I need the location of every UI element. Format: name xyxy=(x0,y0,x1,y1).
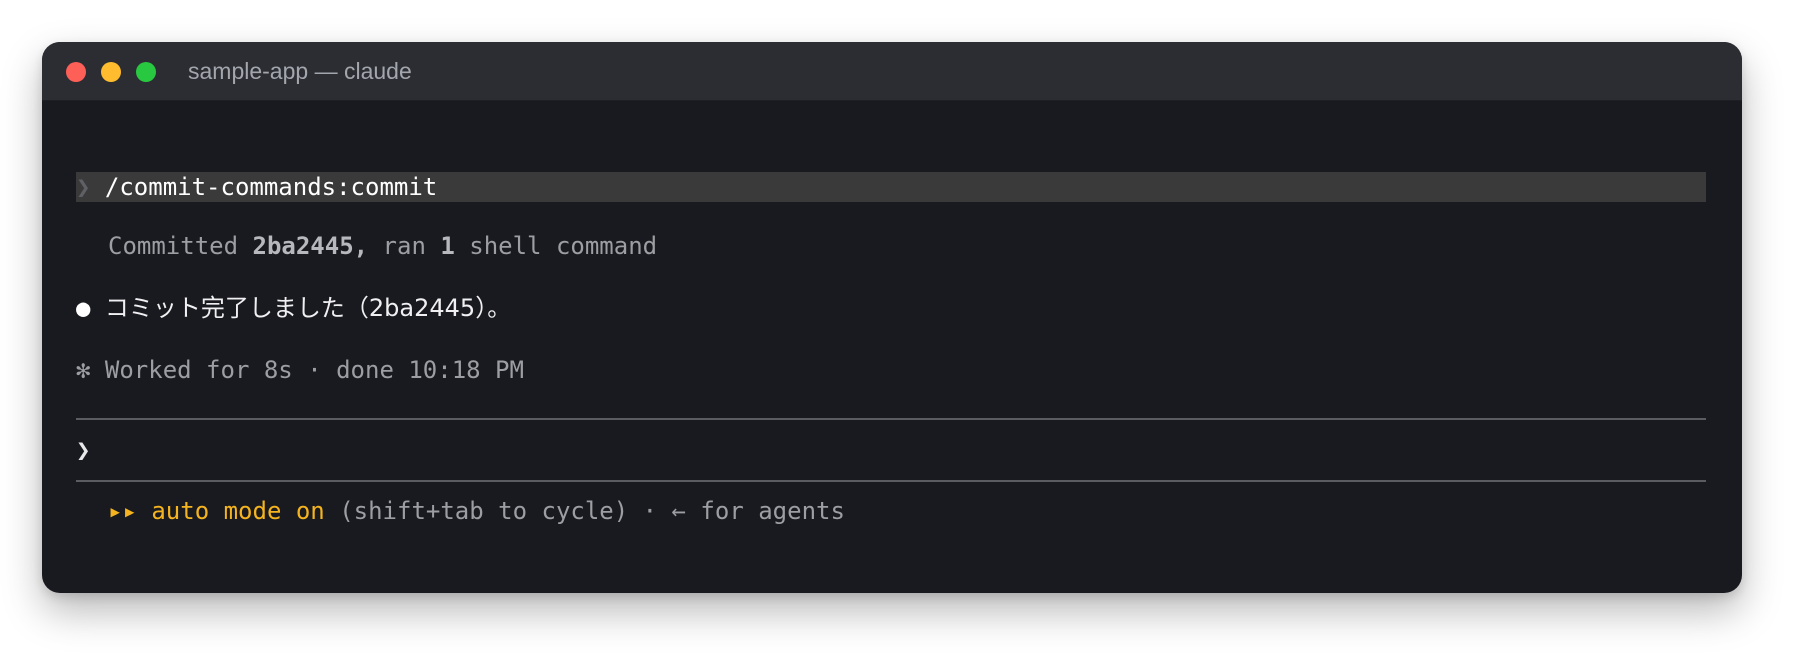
commit-hash: 2ba2445, xyxy=(252,232,369,260)
close-window-button[interactable] xyxy=(66,62,86,82)
message-text: コミット完了しました（2ba2445）。 xyxy=(104,294,512,322)
result-prefix: Committed xyxy=(108,232,253,260)
window-title: sample-app — claude xyxy=(188,58,412,84)
commit-result-line: Committed 2ba2445, ran 1 shell command xyxy=(108,231,657,261)
assistant-message: ● コミット完了しました（2ba2445）。 xyxy=(76,293,511,323)
input-top-divider xyxy=(76,418,1706,420)
fast-forward-icon: ▸▸ xyxy=(108,497,137,525)
mode-hint: (shift+tab to cycle) · ← for agents xyxy=(324,497,845,525)
asterisk-icon: ✻ xyxy=(76,356,91,384)
terminal-body[interactable]: ❯ /commit-commands:commit Committed 2ba2… xyxy=(42,100,1742,593)
terminal-window: sample-app — claude ❯ /commit-commands:c… xyxy=(42,42,1742,593)
input-prompt-icon: ❯ xyxy=(76,436,91,464)
input-line[interactable]: ❯ xyxy=(76,435,105,465)
input-bottom-divider xyxy=(76,480,1706,482)
auto-mode-label: auto mode on xyxy=(151,497,325,525)
title-bar: sample-app — claude xyxy=(42,42,1742,101)
status-text: Worked for 8s · done 10:18 PM xyxy=(104,356,524,384)
mode-footer: ▸▸ auto mode on (shift+tab to cycle) · ←… xyxy=(108,496,845,526)
result-middle: ran xyxy=(368,232,441,260)
result-suffix: shell command xyxy=(454,232,658,260)
prompt-chevron-icon: ❯ xyxy=(76,173,91,201)
zoom-window-button[interactable] xyxy=(136,62,156,82)
command-text: /commit-commands:commit xyxy=(104,173,438,201)
minimize-window-button[interactable] xyxy=(101,62,121,82)
status-line: ✻ Worked for 8s · done 10:18 PM xyxy=(76,355,524,385)
command-count: 1 xyxy=(440,232,455,260)
command-line: ❯ /commit-commands:commit xyxy=(76,172,437,202)
bullet-icon: ● xyxy=(76,294,91,322)
